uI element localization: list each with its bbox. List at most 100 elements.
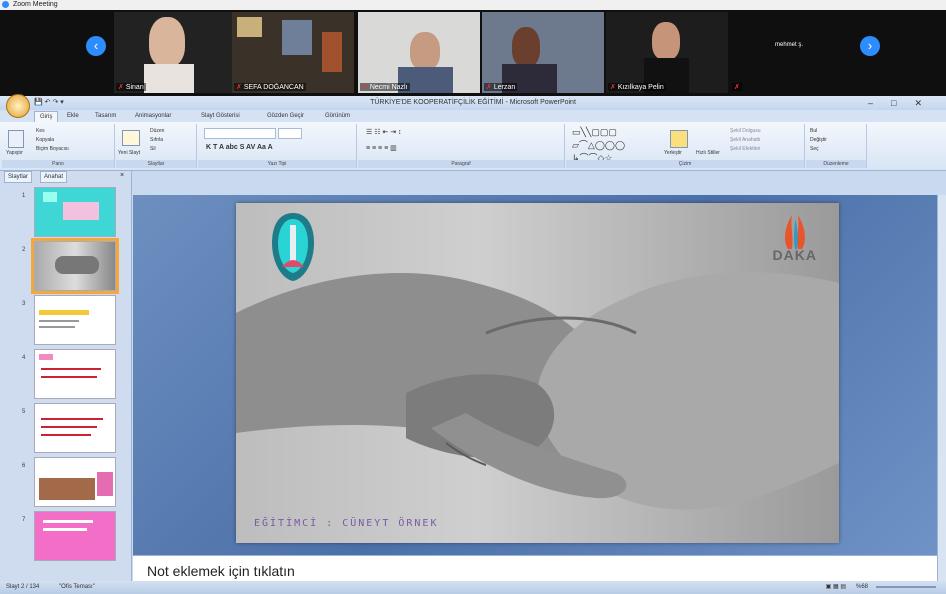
slide-count: Slayt 2 / 134 <box>6 584 40 590</box>
slide-number: 3 <box>22 301 26 307</box>
window-controls: –□✕ <box>868 96 940 110</box>
video-feed <box>410 32 440 70</box>
shapes-gallery[interactable]: ▭╲╲▢▢▢ ▱⌒△◯◯◯ ↳⌒⌒◇☆ <box>572 127 625 164</box>
slide-number: 6 <box>22 463 26 469</box>
slide-number: 4 <box>22 355 26 361</box>
paste-button[interactable]: Yapıştır <box>6 150 23 156</box>
delete-button[interactable]: Sil <box>150 146 156 152</box>
slide-thumbnail[interactable] <box>34 457 116 507</box>
shape-outline-button[interactable]: Şekil Anahattı <box>730 137 761 143</box>
mic-muted-icon: ✗ <box>362 84 370 91</box>
mic-muted-icon: ✗ <box>118 84 126 91</box>
group-font: K T A abc S AV Aa A Yazı Tipi <box>198 124 357 168</box>
select-button[interactable]: Seç <box>810 146 819 152</box>
zoom-logo-icon <box>2 0 9 8</box>
maximize-button[interactable]: □ <box>891 98 914 108</box>
office-button[interactable] <box>6 94 30 118</box>
notes-pane[interactable]: Not eklemek için tıklatın <box>133 555 938 582</box>
participant-name: ✗ Sinan <box>116 83 146 91</box>
participant-tile[interactable]: ✗ Necmi Nazlı <box>358 12 480 93</box>
new-slide-button[interactable]: Yeni Slayt <box>118 150 140 156</box>
tab-animations[interactable]: Animasyonlar <box>130 111 176 122</box>
slide-thumbnail[interactable] <box>34 349 116 399</box>
shape-effects-button[interactable]: Şekil Efektleri <box>730 146 760 152</box>
group-slides: Yeni Slayt Düzen Sıfırla Sil Slaytlar <box>116 124 197 168</box>
tab-slides[interactable]: Slaytlar <box>4 171 33 183</box>
tab-insert[interactable]: Ekle <box>62 111 84 122</box>
ppt-window-title: TÜRKİYE'DE KOOPERATİFÇİLİK EĞİTİMİ - Mic… <box>370 99 576 106</box>
current-slide[interactable]: DAKA EĞİTİMCİ : CÜNEYT ÖRNEK <box>236 203 839 543</box>
group-label: Paragraf <box>358 160 564 168</box>
cut-button[interactable]: Kes <box>36 128 45 134</box>
format-painter-button[interactable]: Biçim Boyacısı <box>36 146 69 152</box>
close-button[interactable]: ✕ <box>914 98 940 108</box>
video-feed <box>512 27 540 67</box>
close-pane-icon[interactable]: × <box>120 171 124 181</box>
ribbon-tabs: Giriş Ekle Tasarım Animasyonlar Slayt Gö… <box>0 110 946 123</box>
next-page-icon[interactable]: › <box>860 36 880 56</box>
layout-button[interactable]: Düzen <box>150 128 164 134</box>
zoom-window-title: Zoom Meeting <box>12 1 58 8</box>
align-buttons[interactable]: ≡ ≡ ≡ ≡ ▥ <box>366 144 397 152</box>
tab-outline[interactable]: Anahat <box>40 171 68 183</box>
tab-view[interactable]: Görünüm <box>320 111 355 122</box>
participant-name: ✗ Lerzan <box>484 83 518 91</box>
slide-thumbnail-selected[interactable] <box>31 238 119 294</box>
slide-thumbnail[interactable] <box>34 511 116 561</box>
slide-editor[interactable]: DAKA EĞİTİMCİ : CÜNEYT ÖRNEK <box>133 195 938 555</box>
notes-placeholder: Not eklemek için tıklatın <box>147 563 295 579</box>
theme-name: "Ofis Teması" <box>59 584 95 590</box>
tab-slideshow[interactable]: Slayt Gösterisi <box>196 111 245 122</box>
participant-strip: ‹ ✗ Sinan ✗ SEFA DOĞANCAN ✗ Necmi Nazlı … <box>0 10 946 96</box>
slide-credit-text: EĞİTİMCİ : CÜNEYT ÖRNEK <box>254 518 439 529</box>
group-label: Slaytlar <box>116 160 196 168</box>
minimize-button[interactable]: – <box>868 98 891 108</box>
slide-thumbnail[interactable] <box>34 295 116 345</box>
zoom-slider[interactable] <box>876 586 936 588</box>
arrange-button[interactable]: Yerleştir <box>664 150 682 156</box>
font-name-input[interactable] <box>204 128 276 139</box>
group-label: Yazı Tipi <box>198 160 356 168</box>
quick-styles-button[interactable]: Hızlı Stiller <box>696 150 720 156</box>
zoom-level: %68 <box>855 584 868 590</box>
list-buttons[interactable]: ☰ ☷ ⇤ ⇥ ↕ <box>366 128 402 136</box>
vertical-scrollbar[interactable] <box>937 195 946 581</box>
tab-review[interactable]: Gözden Geçir <box>262 111 309 122</box>
reset-button[interactable]: Sıfırla <box>150 137 163 143</box>
slide-thumbnail[interactable] <box>34 187 116 237</box>
participant-tile[interactable]: mehmet ş. ✗ <box>730 12 852 93</box>
view-buttons[interactable]: ▣ ▦ ▤ <box>826 581 846 594</box>
group-paragraph: ☰ ☷ ⇤ ⇥ ↕ ≡ ≡ ≡ ≡ ▥ Paragraf <box>358 124 565 168</box>
replace-button[interactable]: Değiştir <box>810 137 827 143</box>
prev-page-icon[interactable]: ‹ <box>86 36 106 56</box>
font-format-buttons[interactable]: K T A abc S AV Aa A <box>206 144 273 151</box>
quick-access-toolbar[interactable]: 💾 ↶ ↷ ▾ <box>34 98 64 108</box>
slide-thumbnail[interactable] <box>34 403 116 453</box>
video-feed <box>149 17 185 67</box>
participant-tile[interactable]: ✗ Lerzan <box>482 12 604 93</box>
copy-button[interactable]: Kopyala <box>36 137 54 143</box>
mic-muted-icon: ✗ <box>610 84 618 91</box>
group-label: Çizim <box>566 160 804 168</box>
daka-logo-text: DAKA <box>772 247 817 263</box>
slide-number: 7 <box>22 517 26 523</box>
slide-number: 5 <box>22 409 26 415</box>
mic-muted-icon: ✗ <box>734 84 740 91</box>
participant-tile[interactable]: ✗ Sinan <box>114 12 236 93</box>
group-drawing: ▭╲╲▢▢▢ ▱⌒△◯◯◯ ↳⌒⌒◇☆ Yerleştir Hızlı Stille… <box>566 124 805 168</box>
group-label: Pano <box>2 160 114 168</box>
participant-tile[interactable]: ✗ SEFA DOĞANCAN <box>232 12 354 93</box>
daka-logo-icon <box>785 215 805 249</box>
powerpoint-window: 💾 ↶ ↷ ▾ TÜRKİYE'DE KOOPERATİFÇİLİK EĞİTİ… <box>0 94 946 594</box>
group-clipboard: Yapıştır Kes Kopyala Biçim Boyacısı Pano <box>2 124 115 168</box>
zoom-title-bar: Zoom Meeting <box>0 0 946 10</box>
find-button[interactable]: Bul <box>810 128 817 134</box>
slides-pane: Slaytlar Anahat × 1 2 3 4 5 6 7 <box>0 171 132 581</box>
font-size-input[interactable] <box>278 128 302 139</box>
shape-fill-button[interactable]: Şekil Dolgusu <box>730 128 761 134</box>
participant-tile[interactable]: ✗ Kızılkaya Pelin <box>606 12 728 93</box>
tab-design[interactable]: Tasarım <box>90 111 121 122</box>
new-slide-icon <box>122 130 140 146</box>
video-feed <box>652 22 680 60</box>
paste-icon <box>8 130 24 148</box>
